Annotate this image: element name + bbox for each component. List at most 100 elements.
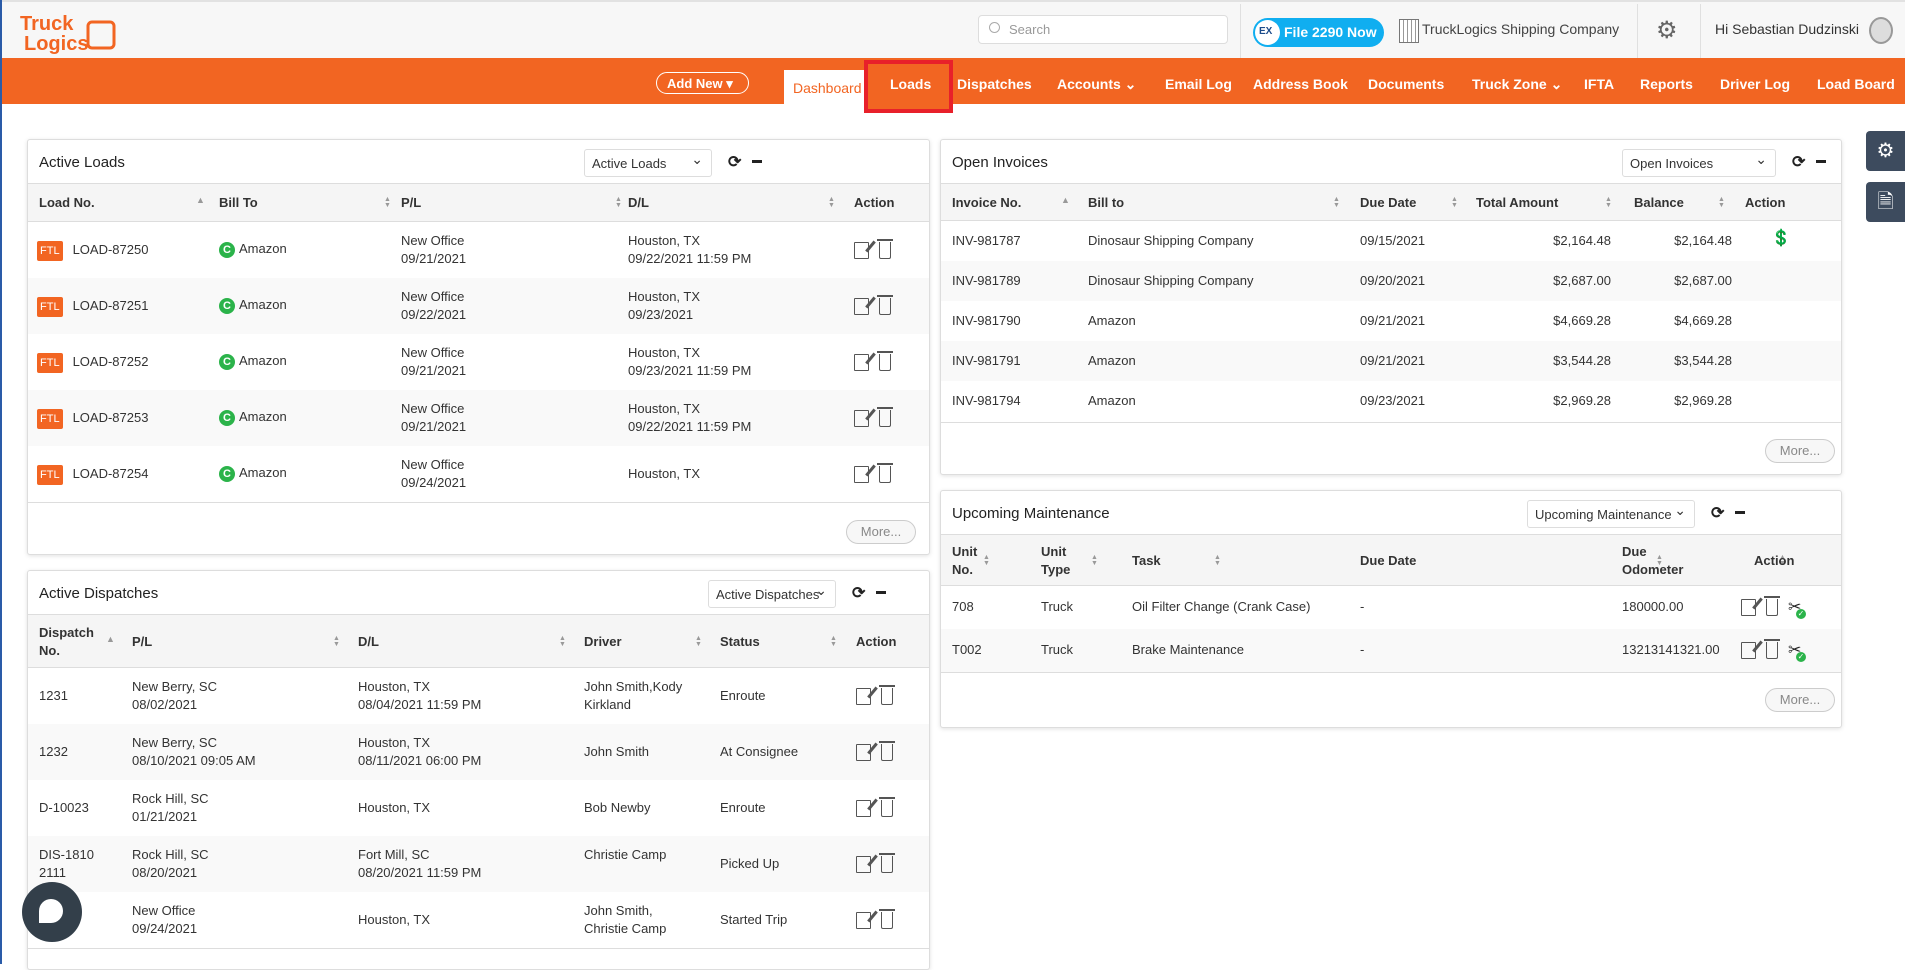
column-header[interactable]: Bill to — [1088, 194, 1124, 212]
load-number[interactable]: FTL LOAD-87252 — [37, 353, 148, 373]
column-header[interactable]: Status — [720, 633, 760, 651]
nav-item-address-book[interactable]: Address Book — [1253, 76, 1348, 92]
delete-icon[interactable] — [877, 407, 893, 428]
sort-icon[interactable]: ▲ ▼ — [1333, 196, 1340, 209]
help-gear-icon[interactable]: ⚙ — [1866, 131, 1905, 171]
column-header[interactable]: Due Date — [1360, 194, 1416, 212]
edit-icon[interactable] — [856, 688, 871, 706]
delete-icon[interactable] — [877, 295, 893, 316]
sort-icon[interactable]: ▲ ▼ — [1605, 196, 1612, 209]
more-button[interactable]: More... — [1765, 439, 1835, 463]
mark-complete-icon[interactable]: ✂ — [1788, 642, 1806, 663]
edit-icon[interactable] — [856, 744, 871, 762]
edit-icon[interactable] — [854, 410, 869, 428]
column-header[interactable]: Unit Type — [1041, 543, 1081, 579]
sort-icon[interactable]: ▲ ▼ — [615, 196, 622, 209]
delete-icon[interactable] — [879, 797, 895, 818]
nav-item-driver-log[interactable]: Driver Log — [1720, 76, 1790, 92]
edit-icon[interactable] — [854, 466, 869, 484]
settings-gear-icon[interactable]: ⚙ — [1656, 16, 1678, 45]
panel-filter-select[interactable]: Active Dispatches — [708, 580, 836, 608]
refresh-icon[interactable]: ⟳ — [1792, 152, 1805, 172]
sort-icon[interactable]: ▲ ▼ — [333, 635, 340, 648]
sort-icon[interactable]: ▲ ▼ — [559, 635, 566, 648]
load-number[interactable]: FTL LOAD-87251 — [37, 297, 148, 317]
delete-icon[interactable] — [1764, 596, 1780, 617]
column-header[interactable]: Total Amount — [1476, 194, 1558, 212]
sort-icon[interactable]: ▲ ▼ — [1214, 554, 1221, 567]
sort-asc-icon[interactable]: ▲ — [106, 634, 115, 643]
sort-icon[interactable]: ▲ ▼ — [983, 554, 990, 567]
column-header[interactable]: Balance — [1634, 194, 1684, 212]
sort-icon[interactable]: ▲ ▼ — [1718, 196, 1725, 209]
delete-icon[interactable] — [877, 239, 893, 260]
sort-asc-icon[interactable]: ▲ — [1061, 195, 1070, 204]
nav-item-load-board[interactable]: Load Board — [1817, 76, 1895, 92]
collapse-icon[interactable] — [1816, 160, 1826, 163]
edit-icon[interactable] — [854, 298, 869, 316]
edit-icon[interactable] — [856, 800, 871, 818]
load-id[interactable]: LOAD-87253 — [73, 410, 149, 425]
edit-icon[interactable] — [854, 242, 869, 260]
column-header[interactable]: Task — [1132, 552, 1161, 570]
column-header[interactable]: Due Odometer — [1622, 543, 1702, 579]
nav-item-email-log[interactable]: Email Log — [1165, 76, 1232, 92]
company-name[interactable]: TruckLogics Shipping Company — [1422, 21, 1619, 37]
delete-icon[interactable] — [879, 741, 895, 762]
delete-icon[interactable] — [877, 351, 893, 372]
load-id[interactable]: LOAD-87250 — [73, 242, 149, 257]
load-number[interactable]: FTL LOAD-87250 — [37, 241, 148, 261]
sort-icon[interactable]: ▲ ▼ — [1451, 196, 1458, 209]
load-number[interactable]: FTL LOAD-87254 — [37, 465, 148, 485]
add-new-button[interactable]: Add New ▾ — [656, 72, 749, 94]
load-id[interactable]: LOAD-87251 — [73, 298, 149, 313]
edit-icon[interactable] — [856, 856, 871, 874]
delete-icon[interactable] — [879, 909, 895, 930]
report-history-icon[interactable]: 🗎 — [1866, 182, 1905, 222]
tab-dashboard[interactable]: Dashboard — [784, 70, 868, 104]
column-header[interactable]: D/L — [358, 633, 379, 651]
trucklogics-logo[interactable]: TruckLogics — [18, 12, 118, 54]
column-header[interactable]: Load No. — [39, 194, 95, 212]
more-button[interactable]: More... — [1765, 688, 1835, 712]
column-header[interactable]: Bill To — [219, 194, 258, 212]
sort-icon[interactable]: ▲ ▼ — [695, 635, 702, 648]
more-button[interactable]: More... — [846, 520, 916, 544]
edit-icon[interactable] — [856, 912, 871, 930]
edit-icon[interactable] — [1741, 599, 1756, 617]
column-header[interactable]: Driver — [584, 633, 622, 651]
collapse-icon[interactable] — [876, 591, 886, 594]
chat-widget-button[interactable] — [22, 882, 82, 942]
avatar[interactable] — [1869, 17, 1893, 44]
edit-icon[interactable] — [1741, 642, 1756, 660]
load-id[interactable]: LOAD-87252 — [73, 354, 149, 369]
user-greeting[interactable]: Hi Sebastian Dudzinski — [1715, 21, 1859, 37]
nav-item-accounts[interactable]: Accounts ⌄ — [1057, 76, 1136, 93]
mark-complete-icon[interactable]: ✂ — [1788, 599, 1806, 620]
sort-icon[interactable]: ▲ ▼ — [830, 635, 837, 648]
delete-icon[interactable] — [877, 463, 893, 484]
sort-icon[interactable]: ▲ ▼ — [384, 196, 391, 209]
column-header[interactable]: Invoice No. — [952, 194, 1021, 212]
tab-loads[interactable]: Loads — [890, 76, 931, 92]
refresh-icon[interactable]: ⟳ — [728, 152, 741, 172]
nav-item-truck-zone[interactable]: Truck Zone ⌄ — [1472, 76, 1562, 93]
load-number[interactable]: FTL LOAD-87253 — [37, 409, 148, 429]
sort-asc-icon[interactable]: ▲ — [196, 196, 205, 205]
nav-item-ifta[interactable]: IFTA — [1584, 76, 1614, 92]
panel-filter-select[interactable]: Active Loads — [584, 149, 712, 177]
delete-icon[interactable] — [1764, 639, 1780, 660]
receive-payment-icon[interactable]: 💲 — [1771, 230, 1791, 248]
edit-icon[interactable] — [854, 354, 869, 372]
nav-item-dispatches[interactable]: Dispatches — [957, 76, 1032, 92]
panel-filter-select[interactable]: Open Invoices — [1622, 149, 1776, 177]
collapse-icon[interactable] — [752, 160, 762, 163]
column-header[interactable]: P/L — [401, 194, 421, 212]
delete-icon[interactable] — [879, 685, 895, 706]
search-input[interactable]: Search — [978, 15, 1228, 44]
column-header[interactable]: D/L — [628, 194, 649, 212]
file-2290-button[interactable]: EX File 2290 Now — [1253, 18, 1384, 47]
delete-icon[interactable] — [879, 853, 895, 874]
column-header[interactable]: Due Date — [1360, 552, 1416, 570]
refresh-icon[interactable]: ⟳ — [852, 583, 865, 603]
